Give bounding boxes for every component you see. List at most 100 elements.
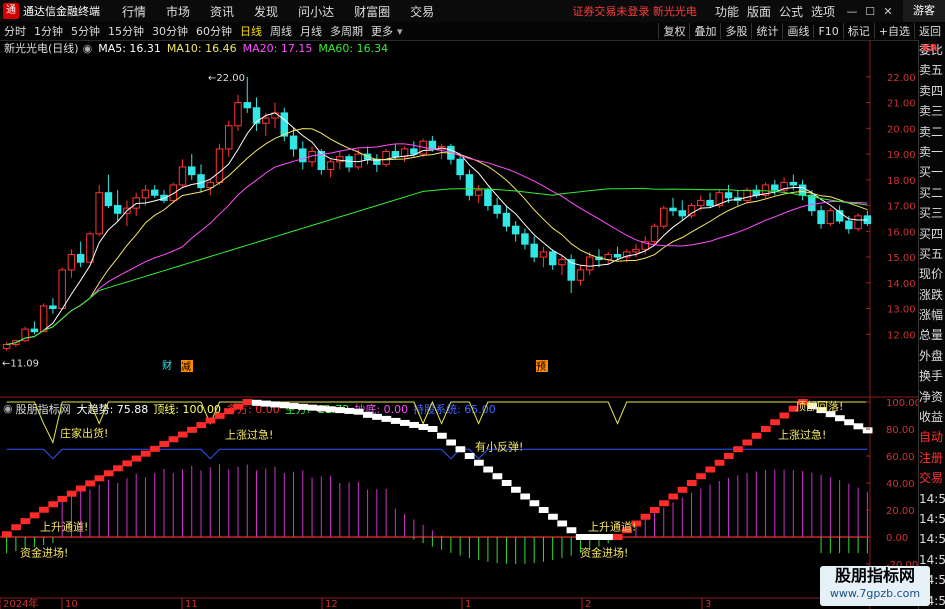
candle-body <box>854 215 862 230</box>
menu-xuanxiang[interactable]: 选项 <box>811 3 835 20</box>
tool-zixuan[interactable]: +自选 <box>873 23 914 39</box>
sidebar-item-16: 换手 <box>919 369 944 384</box>
app-title: 通达信金融终端 <box>23 5 100 18</box>
sidebar-item-22: 14:54 <box>919 491 945 506</box>
ind-tick-label: 60.00 <box>886 452 915 463</box>
tool-duogu[interactable]: 多股 <box>720 23 751 39</box>
candle-body <box>724 192 733 199</box>
sidebar-item-7: 买二 <box>919 185 944 200</box>
chart-canvas[interactable]: 庄家出货! 上涨过急! 有小反弹! 上升通道! 资金进场! 上升通道! 资金进场! 上涨过急!… <box>0 40 918 609</box>
candle-body <box>280 112 289 137</box>
trend-block <box>298 403 308 410</box>
trend-block <box>39 506 49 513</box>
close-icon[interactable]: ✕ <box>879 5 897 18</box>
candle-body <box>289 135 298 150</box>
tool-huaxian[interactable]: 画线 <box>782 23 813 39</box>
period-fenshi[interactable]: 分时 <box>3 23 27 39</box>
sidebar-item-17: 净资 <box>919 389 944 404</box>
date-tick-label: 2024年 <box>3 597 38 609</box>
ind-tick-label: 20.00 <box>886 506 915 517</box>
period-15min[interactable]: 15分钟 <box>107 23 145 39</box>
candle-body <box>141 189 150 199</box>
menu-gongshi[interactable]: 公式 <box>779 3 803 20</box>
trend-block <box>529 500 540 507</box>
trend-block <box>733 446 743 453</box>
minimize-icon[interactable]: — <box>843 5 861 18</box>
maximize-icon[interactable]: ☐ <box>861 5 879 18</box>
trend-block <box>113 465 123 472</box>
trend-block <box>548 513 558 520</box>
trend-block <box>409 421 419 428</box>
ind-tick-label: 80.00 <box>886 425 915 436</box>
ind-annotation: 顶部回落! <box>795 399 843 413</box>
jian-label: 减 <box>181 361 191 373</box>
trend-block <box>686 480 697 486</box>
tool-fanhui[interactable]: 返回 <box>914 23 945 39</box>
trend-block <box>122 460 133 467</box>
tool-tongji[interactable]: 统计 <box>751 23 782 39</box>
sidebar-item-18: 收益 <box>919 410 944 425</box>
price-tick-label: 17.00 <box>887 202 916 213</box>
menu-banmian[interactable]: 版面 <box>747 3 771 20</box>
tool-biaoji[interactable]: 标记 <box>842 23 874 39</box>
menu-hangqing[interactable]: 行情 <box>122 3 146 20</box>
period-1min[interactable]: 1分钟 <box>33 23 64 39</box>
guest-button[interactable]: 游客 <box>903 0 945 22</box>
candle-body <box>178 166 187 186</box>
login-warning[interactable]: 证券交易未登录 新光光电 <box>572 3 697 19</box>
trend-block <box>677 486 688 493</box>
trend-block <box>76 485 86 492</box>
candle-body <box>160 194 168 201</box>
menu-zixun[interactable]: 资讯 <box>210 3 234 20</box>
trend-block <box>557 520 568 527</box>
ind-tick-label: 40.00 <box>886 479 915 490</box>
menu-jiaoyi[interactable]: 交易 <box>410 3 434 20</box>
candle-body <box>391 151 400 158</box>
sidebar-item-15: 外盘 <box>919 348 944 363</box>
trend-block <box>270 401 281 408</box>
menu-gongneng[interactable]: 功能 <box>715 3 739 20</box>
sidebar-item-6: 买一 <box>919 165 944 180</box>
menu-wenxiaoda[interactable]: 问小达 <box>298 3 334 20</box>
tool-diejia[interactable]: 叠加 <box>689 23 720 39</box>
trend-block <box>668 493 679 500</box>
candle-body <box>484 189 492 207</box>
period-more[interactable]: 更多 <box>370 23 394 39</box>
candle-body <box>511 225 520 235</box>
trend-block <box>501 480 512 486</box>
tool-fuquan[interactable]: 复权 <box>658 23 689 39</box>
period-daily[interactable]: 日线 <box>239 23 263 39</box>
tool-f10[interactable]: F10 <box>813 24 842 38</box>
sidebar-item-12: 涨跌 <box>919 287 944 302</box>
trend-block <box>168 436 179 443</box>
candle-body <box>771 184 779 191</box>
candle-body <box>2 344 11 349</box>
trend-block <box>261 400 271 407</box>
trend-block <box>233 403 244 410</box>
period-5min[interactable]: 5分钟 <box>70 23 101 39</box>
date-tick-label: 1 <box>465 599 471 609</box>
sidebar-item-21[interactable]: 交易 <box>919 468 945 488</box>
sidebar-item-19[interactable]: 自动 <box>919 427 945 447</box>
menu-faxian[interactable]: 发现 <box>254 3 278 20</box>
chevron-down-icon[interactable]: ▾ <box>397 25 403 38</box>
price-tick-label: 20.00 <box>887 124 916 135</box>
candle-body <box>67 253 76 271</box>
price-tick-label: 18.00 <box>887 176 916 187</box>
menu-caifuquan[interactable]: 财富圈 <box>354 3 390 20</box>
period-monthly[interactable]: 月线 <box>299 23 323 39</box>
cai-label: 财 <box>162 359 172 372</box>
candle-body <box>326 161 335 171</box>
trend-block <box>2 531 12 538</box>
menu-shichang[interactable]: 市场 <box>166 3 190 20</box>
date-tick-label: 10 <box>65 599 78 609</box>
period-multi[interactable]: 多周期 <box>329 23 364 39</box>
period-60min[interactable]: 60分钟 <box>195 23 233 39</box>
period-30min[interactable]: 30分钟 <box>151 23 189 39</box>
trend-block <box>511 486 521 493</box>
trend-block <box>566 527 577 534</box>
sidebar-item-20[interactable]: 注册 <box>919 448 945 468</box>
period-weekly[interactable]: 周线 <box>269 23 293 39</box>
trend-block <box>483 466 494 473</box>
candle-body <box>632 248 640 253</box>
